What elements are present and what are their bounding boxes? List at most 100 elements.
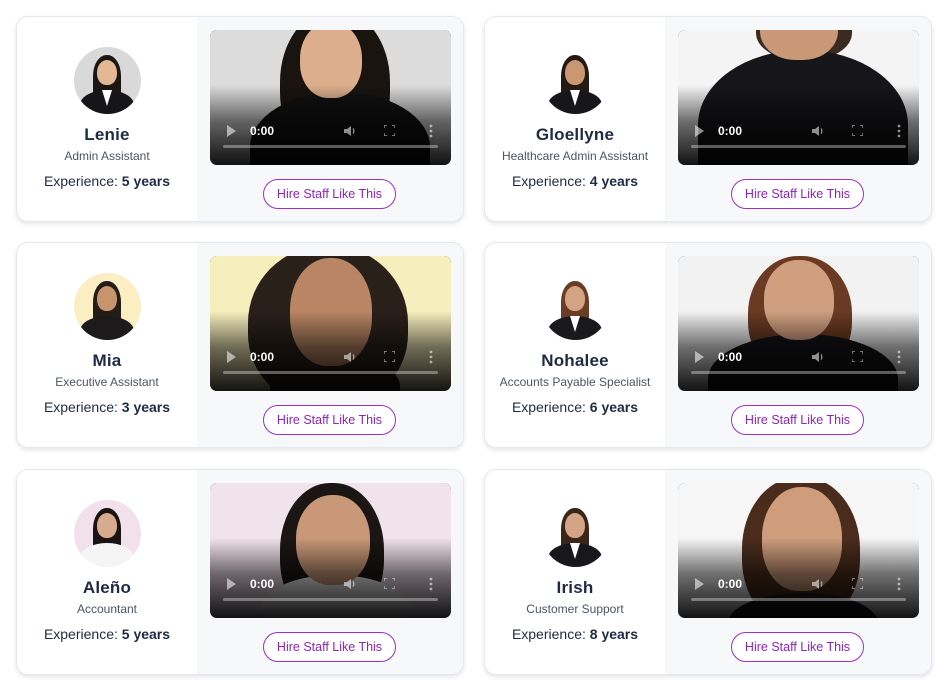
staff-media: 0:00 Hire Staff Like This <box>197 470 463 674</box>
staff-role: Accounts Payable Specialist <box>499 375 651 389</box>
volume-icon[interactable] <box>811 350 825 364</box>
hire-staff-button[interactable]: Hire Staff Like This <box>731 405 864 435</box>
video-progress-bar[interactable] <box>691 145 906 148</box>
staff-role: Customer Support <box>526 602 624 616</box>
video-controls: 0:00 <box>210 558 451 618</box>
staff-card: Mia Executive Assistant Experience: 3 ye… <box>16 242 464 448</box>
more-options-icon[interactable] <box>897 577 901 591</box>
staff-avatar <box>73 500 141 567</box>
video-controls: 0:00 <box>210 331 451 391</box>
more-options-icon[interactable] <box>429 577 433 591</box>
experience-value: 6 years <box>589 399 639 415</box>
staff-experience: Experience: 4 years <box>512 173 638 189</box>
intro-video-player[interactable]: 0:00 <box>678 30 919 165</box>
video-progress-bar[interactable] <box>223 598 438 601</box>
video-time: 0:00 <box>250 124 275 138</box>
play-icon[interactable] <box>695 125 704 137</box>
play-icon[interactable] <box>695 351 704 363</box>
experience-label: Experience: <box>511 399 586 415</box>
staff-avatar <box>73 273 141 340</box>
staff-avatar <box>541 47 609 114</box>
staff-experience: Experience: 3 years <box>44 399 170 415</box>
video-progress-bar[interactable] <box>691 598 906 601</box>
staff-media: 0:00 Hire Staff Like This <box>665 470 931 674</box>
staff-experience: Experience: 6 years <box>512 399 638 415</box>
experience-value: 5 years <box>121 626 171 642</box>
volume-icon[interactable] <box>343 577 357 591</box>
experience-label: Experience: <box>43 173 118 189</box>
hire-staff-button[interactable]: Hire Staff Like This <box>731 179 864 209</box>
staff-role: Accountant <box>76 602 138 616</box>
more-options-icon[interactable] <box>897 350 901 364</box>
fullscreen-icon[interactable] <box>384 351 395 362</box>
hire-staff-button[interactable]: Hire Staff Like This <box>263 405 396 435</box>
staff-profile: Mia Executive Assistant Experience: 3 ye… <box>17 243 197 447</box>
staff-avatar <box>73 47 141 114</box>
staff-experience: Experience: 5 years <box>44 173 170 189</box>
fullscreen-icon[interactable] <box>852 125 863 136</box>
experience-label: Experience: <box>43 626 118 642</box>
staff-avatar <box>541 273 609 340</box>
staff-media: 0:00 Hire Staff Like This <box>197 17 463 221</box>
staff-name: Aleño <box>82 578 132 597</box>
video-controls: 0:00 <box>678 558 919 618</box>
experience-value: 4 years <box>589 173 639 189</box>
staff-card: Gloellyne Healthcare Admin Assistant Exp… <box>484 16 932 222</box>
video-controls: 0:00 <box>678 105 919 165</box>
play-icon[interactable] <box>227 351 236 363</box>
intro-video-player[interactable]: 0:00 <box>210 483 451 618</box>
video-controls: 0:00 <box>678 331 919 391</box>
staff-profile: Lenie Admin Assistant Experience: 5 year… <box>17 17 197 221</box>
play-icon[interactable] <box>227 125 236 137</box>
staff-profile: Aleño Accountant Experience: 5 years <box>17 470 197 674</box>
hire-staff-button[interactable]: Hire Staff Like This <box>263 632 396 662</box>
video-progress-bar[interactable] <box>691 371 906 374</box>
staff-profile: Nohalee Accounts Payable Specialist Expe… <box>485 243 665 447</box>
video-controls: 0:00 <box>210 105 451 165</box>
experience-value: 3 years <box>121 399 171 415</box>
hire-staff-button[interactable]: Hire Staff Like This <box>731 632 864 662</box>
experience-label: Experience: <box>511 173 586 189</box>
more-options-icon[interactable] <box>429 350 433 364</box>
staff-name: Gloellyne <box>535 125 615 144</box>
staff-role: Executive Assistant <box>55 375 159 389</box>
staff-name: Mia <box>92 351 122 370</box>
staff-role: Admin Assistant <box>64 149 150 163</box>
experience-value: 8 years <box>589 626 639 642</box>
more-options-icon[interactable] <box>429 124 433 138</box>
staff-media: 0:00 Hire Staff Like This <box>665 243 931 447</box>
fullscreen-icon[interactable] <box>384 125 395 136</box>
play-icon[interactable] <box>227 578 236 590</box>
video-progress-bar[interactable] <box>223 145 438 148</box>
experience-label: Experience: <box>43 399 118 415</box>
staff-card: Aleño Accountant Experience: 5 years 0:0… <box>16 469 464 675</box>
experience-value: 5 years <box>121 173 171 189</box>
intro-video-player[interactable]: 0:00 <box>678 256 919 391</box>
staff-name: Irish <box>556 578 594 597</box>
staff-card: Lenie Admin Assistant Experience: 5 year… <box>16 16 464 222</box>
staff-profile: Irish Customer Support Experience: 8 yea… <box>485 470 665 674</box>
staff-profile: Gloellyne Healthcare Admin Assistant Exp… <box>485 17 665 221</box>
intro-video-player[interactable]: 0:00 <box>678 483 919 618</box>
experience-label: Experience: <box>511 626 586 642</box>
volume-icon[interactable] <box>811 124 825 138</box>
staff-card: Nohalee Accounts Payable Specialist Expe… <box>484 242 932 448</box>
staff-role: Healthcare Admin Assistant <box>501 149 649 163</box>
staff-experience: Experience: 5 years <box>44 626 170 642</box>
volume-icon[interactable] <box>343 350 357 364</box>
hire-staff-button[interactable]: Hire Staff Like This <box>263 179 396 209</box>
video-time: 0:00 <box>718 124 743 138</box>
video-progress-bar[interactable] <box>223 371 438 374</box>
play-icon[interactable] <box>695 578 704 590</box>
intro-video-player[interactable]: 0:00 <box>210 256 451 391</box>
intro-video-player[interactable]: 0:00 <box>210 30 451 165</box>
more-options-icon[interactable] <box>897 124 901 138</box>
volume-icon[interactable] <box>811 577 825 591</box>
video-time: 0:00 <box>250 350 275 364</box>
fullscreen-icon[interactable] <box>852 351 863 362</box>
fullscreen-icon[interactable] <box>852 578 863 589</box>
volume-icon[interactable] <box>343 124 357 138</box>
video-time: 0:00 <box>718 350 743 364</box>
fullscreen-icon[interactable] <box>384 578 395 589</box>
staff-experience: Experience: 8 years <box>512 626 638 642</box>
